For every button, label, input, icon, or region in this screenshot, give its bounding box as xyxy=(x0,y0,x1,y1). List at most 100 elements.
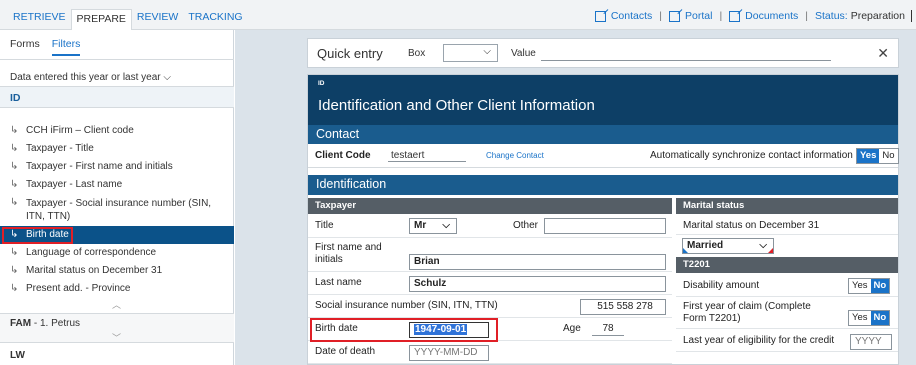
sin-field[interactable]: 515 558 278 xyxy=(580,299,666,315)
first-year-no-button[interactable]: No xyxy=(870,311,890,325)
top-links: Contacts | Portal | Documents | Status: … xyxy=(594,10,912,22)
last-name-label: Last name xyxy=(315,277,362,288)
tab-prepare[interactable]: PREPARE xyxy=(70,9,132,31)
section-fam[interactable]: FAM - 1. Petrus ﹀ xyxy=(0,313,234,343)
external-link-icon xyxy=(729,10,741,22)
main-tabs: RETRIEVE PREPARE REVIEW TRACKING xyxy=(8,9,248,31)
last-year-field[interactable]: YYYY xyxy=(850,334,892,350)
last-name-row: Last name Schulz xyxy=(308,273,672,295)
contacts-link[interactable]: Contacts xyxy=(594,10,652,22)
list-item[interactable]: ↳ Taxpayer - First name and initials xyxy=(0,158,234,176)
filter-dropdown[interactable]: Data entered this year or last year ⌵ xyxy=(10,72,171,83)
other-title-field[interactable] xyxy=(544,218,666,234)
death-date-field[interactable]: YYYY-MM-DD xyxy=(409,345,489,361)
left-panel: Forms Filters Data entered this year or … xyxy=(0,30,234,365)
external-link-icon xyxy=(594,10,606,22)
first-year-label: First year of claim (Complete Form T2201… xyxy=(683,301,811,324)
last-year-row: Last year of eligibility for the credit … xyxy=(676,330,898,352)
chevron-down-icon: ⌵ xyxy=(759,240,767,251)
highlight-box xyxy=(310,318,498,342)
main-area: Quick entry Box ⌵ Value ✕ ID Identificat… xyxy=(235,30,916,365)
sin-row: Social insurance number (SIN, ITN, TTN) … xyxy=(308,296,672,318)
tab-forms[interactable]: Forms xyxy=(10,38,40,56)
first-year-yes-button[interactable]: Yes xyxy=(849,311,871,325)
first-name-label: First name and initials xyxy=(315,242,382,265)
tab-review[interactable]: REVIEW xyxy=(132,9,183,31)
indent-arrow-icon: ↳ xyxy=(10,143,19,154)
indent-arrow-icon: ↳ xyxy=(10,161,19,172)
contact-row: Client Code testaert Change Contact Auto… xyxy=(308,145,899,168)
value-input[interactable] xyxy=(541,60,831,61)
death-date-row: Date of death YYYY-MM-DD xyxy=(308,342,672,364)
marital-status-label: Marital status on December 31 xyxy=(683,220,820,231)
close-icon[interactable]: ✕ xyxy=(877,45,889,62)
contact-section-header: Contact xyxy=(308,125,898,144)
portal-link[interactable]: Portal xyxy=(669,10,712,22)
quick-entry-title: Quick entry xyxy=(317,46,383,61)
list-item[interactable]: ↳ Present add. - Province xyxy=(0,280,234,298)
first-name-row: First name and initials Brian xyxy=(308,239,672,272)
quick-entry-bar: Quick entry Box ⌵ Value ✕ xyxy=(307,38,899,68)
list-item-birth-date[interactable]: ↳ Birth date xyxy=(0,226,234,244)
value-label: Value xyxy=(511,48,536,59)
other-label: Other xyxy=(513,220,539,231)
list-item[interactable]: ↳ Taxpayer - Social insurance number (SIN… xyxy=(0,194,234,226)
change-contact-link[interactable]: Change Contact xyxy=(486,151,544,160)
first-name-field[interactable]: Brian xyxy=(409,254,666,270)
title-label: Title xyxy=(315,220,334,231)
title-row: Title Mr ⌵ Other xyxy=(308,216,672,238)
taxpayer-header: Taxpayer xyxy=(308,198,672,214)
indent-arrow-icon: ↳ xyxy=(10,179,19,190)
age-label: Age xyxy=(563,323,581,334)
chevron-up-icon[interactable]: ︿ xyxy=(112,298,121,311)
field-list: ↳ CCH iFirm – Client code ↳ Taxpayer - Tit… xyxy=(0,122,234,298)
identification-section-header: Identification xyxy=(308,175,898,195)
form-id-tag: ID xyxy=(318,80,325,87)
disability-label: Disability amount xyxy=(683,280,760,291)
sin-label: Social insurance number (SIN, ITN, TTN) xyxy=(315,300,498,311)
last-name-field[interactable]: Schulz xyxy=(409,276,666,292)
title-select[interactable]: Mr ⌵ xyxy=(409,218,457,234)
marital-status-row: Marital status on December 31 xyxy=(676,216,898,235)
chevron-down-icon: ⌵ xyxy=(163,72,172,83)
sync-no-button[interactable]: No xyxy=(879,149,898,163)
form-panel: ID Identification and Other Client Infor… xyxy=(307,74,899,365)
first-year-toggle: Yes No xyxy=(848,310,891,326)
documents-link[interactable]: Documents xyxy=(729,10,798,22)
first-year-row: First year of claim (Complete Form T2201… xyxy=(676,298,898,329)
tab-retrieve[interactable]: RETRIEVE xyxy=(8,9,71,31)
t2201-header: T2201 xyxy=(676,257,898,273)
sync-yes-button[interactable]: Yes xyxy=(857,149,880,163)
list-item[interactable]: ↳ Language of correspondence xyxy=(0,244,234,262)
death-date-label: Date of death xyxy=(315,346,376,357)
list-item[interactable]: ↳ Taxpayer - Title xyxy=(0,140,234,158)
chevron-down-icon: ⌵ xyxy=(483,46,491,57)
form-header: ID Identification and Other Client Infor… xyxy=(308,75,898,125)
list-item[interactable]: ↳ Taxpayer - Last name xyxy=(0,176,234,194)
indent-arrow-icon: ↳ xyxy=(10,283,19,294)
disability-no-button[interactable]: No xyxy=(870,279,890,293)
chevron-down-icon: ﹀ xyxy=(112,333,122,343)
list-item[interactable]: ↳ Marital status on December 31 xyxy=(0,262,234,280)
indent-arrow-icon: ↳ xyxy=(10,197,19,208)
box-label: Box xyxy=(408,48,426,59)
tab-tracking[interactable]: TRACKING xyxy=(183,9,247,31)
top-navigation: RETRIEVE PREPARE REVIEW TRACKING Contact… xyxy=(0,0,916,31)
sync-label: Automatically synchronize contact inform… xyxy=(650,150,853,161)
highlight-box xyxy=(2,227,73,244)
indent-arrow-icon: ↳ xyxy=(10,265,19,276)
list-item[interactable]: ↳ CCH iFirm – Client code xyxy=(0,122,234,140)
tab-filters[interactable]: Filters xyxy=(51,38,81,56)
section-id[interactable]: ID xyxy=(0,86,234,108)
box-select[interactable]: ⌵ xyxy=(443,44,498,62)
marital-status-select[interactable]: Married ⌵ xyxy=(682,238,774,254)
section-lw[interactable]: LW xyxy=(10,350,25,361)
client-code-field[interactable]: testaert xyxy=(388,150,466,162)
chevron-down-icon: ⌵ xyxy=(442,220,450,231)
status-label[interactable]: Status: xyxy=(815,10,848,22)
external-link-icon xyxy=(669,10,680,22)
form-title: Identification and Other Client Informat… xyxy=(318,97,595,114)
disability-row: Disability amount Yes No xyxy=(676,275,898,297)
disability-yes-button[interactable]: Yes xyxy=(849,279,871,293)
marital-status-header: Marital status xyxy=(676,198,898,214)
